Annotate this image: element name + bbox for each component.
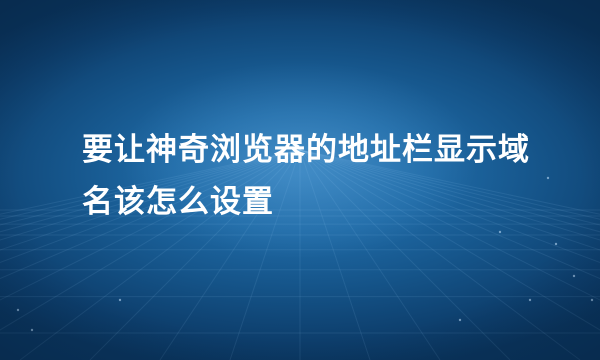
banner: 要让神奇浏览器的地址栏显示域名该怎么设置	[0, 0, 600, 360]
headline-title: 要让神奇浏览器的地址栏显示域名该怎么设置	[82, 132, 530, 220]
